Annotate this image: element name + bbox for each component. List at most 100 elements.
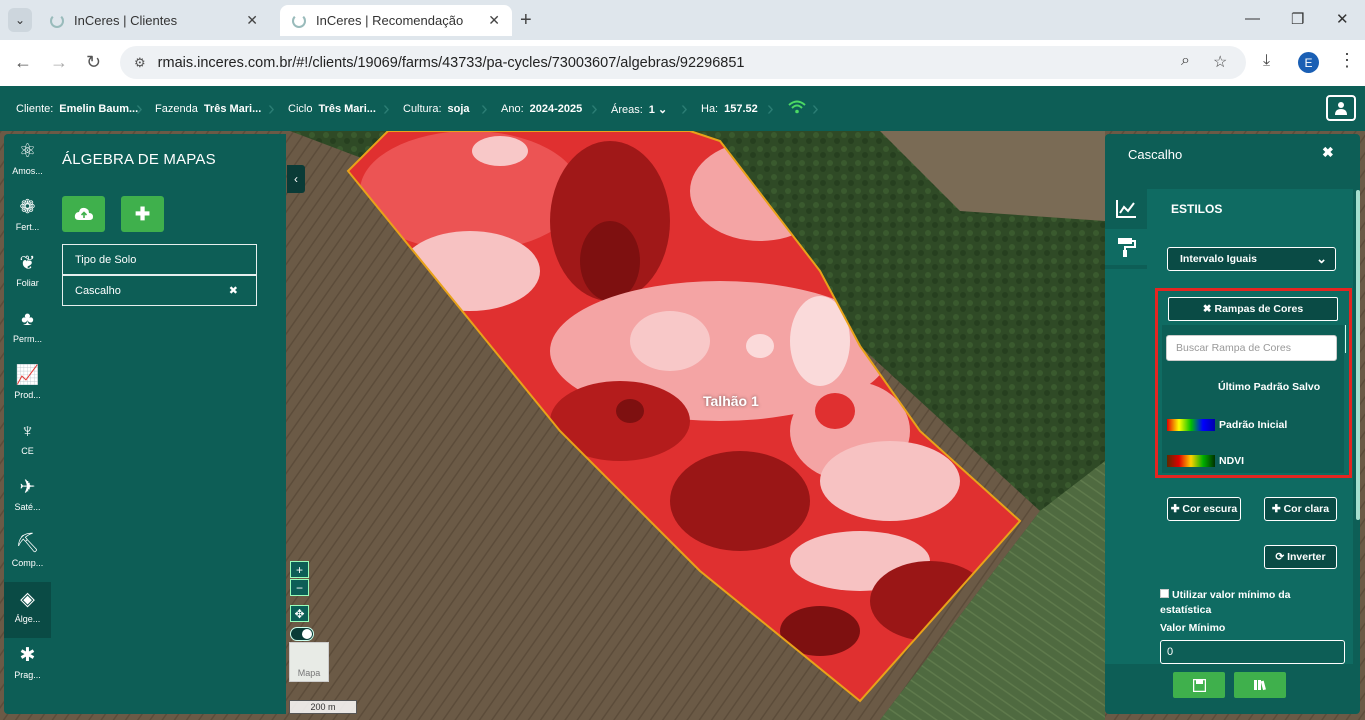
sidebar-item-permanente[interactable]: ♣ Perm... (4, 302, 51, 358)
sidebar-item-label: Amos... (12, 166, 43, 176)
close-window-icon[interactable]: ✕ (1336, 10, 1349, 28)
sidebar-item-produtividade[interactable]: 📈 Prod... (4, 358, 51, 414)
pan-icon[interactable]: ✥ (290, 605, 309, 622)
minimize-icon[interactable]: — (1245, 10, 1260, 27)
style-panel: Cascalho ✖ ESTILOS Intervalo Iguais ⌄ ✖ … (1105, 134, 1360, 714)
breadcrumb-fazenda[interactable]: Fazenda Três Mari... (155, 103, 261, 115)
crumb-label: Ciclo (288, 103, 313, 115)
sidebar-item-label: CE (21, 446, 34, 456)
basemap-label: Mapa (297, 668, 321, 678)
breadcrumb-ciclo[interactable]: Ciclo Três Mari... (288, 103, 376, 115)
close-icon[interactable]: ✕ (246, 12, 258, 29)
ramp-option-ndvi[interactable]: NDVI (1167, 455, 1245, 468)
color-ramp-dropdown: ✖ Rampas de Cores Buscar Rampa de Cores … (1162, 295, 1346, 473)
ramp-list-scrollbar[interactable] (1345, 325, 1346, 353)
style-panel-tabs (1105, 189, 1147, 269)
sidebar-item-pragas[interactable]: ✱ Prag... (4, 638, 51, 694)
library-button[interactable] (1234, 672, 1286, 698)
tab-title: InCeres | Recomendação (316, 13, 464, 28)
back-icon[interactable]: ← (14, 52, 32, 73)
tab-search-button[interactable]: ⌄ (8, 8, 32, 32)
user-account-button[interactable] (1326, 95, 1356, 121)
permanent-crop-icon: ♣ (21, 309, 34, 330)
tab-statistics[interactable] (1109, 191, 1143, 227)
color-ramp-list: Buscar Rampa de Cores Último Padrão Salv… (1162, 325, 1344, 473)
url-field[interactable]: ⚙ rmais.inceres.com.br/#!/clients/19069/… (120, 46, 1246, 79)
compaction-icon: ⛏ (15, 533, 40, 554)
invert-button[interactable]: ⟳ Inverter (1264, 545, 1337, 569)
classification-select[interactable]: Intervalo Iguais ⌄ (1167, 247, 1336, 271)
collapse-panel-button[interactable]: ‹ (287, 165, 305, 193)
color-ramp-toggle-button[interactable]: ✖ Rampas de Cores (1168, 297, 1338, 321)
browser-menu-icon[interactable]: ⋮ (1338, 50, 1356, 71)
breadcrumb-areas[interactable]: Áreas: 1 ⌄ (611, 103, 667, 116)
crumb-value: 1 (648, 104, 655, 116)
classification-value: Intervalo Iguais (1180, 253, 1258, 265)
min-stat-checkbox[interactable]: Utilizar valor mínimo da estatística (1160, 588, 1330, 618)
close-icon[interactable]: ✖ (1322, 144, 1334, 161)
sample-icon: ⚛ (18, 141, 37, 162)
style-panel-scrollbar[interactable] (1356, 190, 1360, 520)
min-value-input[interactable]: 0 (1160, 640, 1345, 664)
tab-styles[interactable] (1105, 229, 1147, 265)
forward-icon[interactable]: → (50, 52, 68, 73)
profile-avatar[interactable]: E (1298, 52, 1319, 73)
tab-clientes[interactable]: InCeres | Clientes ✕ (38, 5, 270, 36)
breadcrumb-cliente[interactable]: Cliente: Emelin Baum... (16, 103, 138, 115)
checkbox-box[interactable] (1160, 589, 1169, 598)
ramp-swatch (1167, 419, 1215, 432)
crumb-label: Cliente: (16, 103, 54, 115)
chevron-left-icon: ‹ (294, 172, 298, 186)
zoom-in-button[interactable]: + (290, 561, 309, 578)
layers-icon: ◈ (20, 589, 35, 610)
light-color-button[interactable]: ✚ Cor clara (1264, 497, 1337, 521)
remove-layer-icon[interactable]: ✖ (229, 284, 238, 297)
ramp-option-label: NDVI (1219, 455, 1245, 467)
sidebar-item-ce[interactable]: ♆ CE (4, 414, 51, 470)
ramp-option-padrao-inicial[interactable]: Padrão Inicial (1167, 419, 1287, 432)
breadcrumb-ano[interactable]: Ano: 2024-2025 (501, 103, 582, 115)
crumb-label: Ha: (701, 103, 719, 115)
breadcrumb-cultura[interactable]: Cultura: soja (403, 103, 470, 115)
download-icon[interactable]: ⤓ (1263, 52, 1270, 70)
crumb-value: soja (447, 103, 470, 115)
cloud-upload-icon (74, 207, 93, 220)
crumb-label: Cultura: (403, 103, 442, 115)
tab-recomendacao[interactable]: InCeres | Recomendação ✕ (280, 5, 512, 36)
sidebar-item-foliar[interactable]: ❦ Foliar (4, 246, 51, 302)
sidebar-item-algebra[interactable]: ◈ Álge... (4, 582, 51, 638)
new-tab-button[interactable]: + (520, 9, 532, 32)
save-icon (1192, 678, 1206, 692)
save-button[interactable] (1173, 672, 1225, 698)
dark-color-button[interactable]: ✚ Cor escura (1167, 497, 1241, 521)
books-icon (1254, 680, 1266, 691)
layer-name: Tipo de Solo (75, 254, 137, 266)
add-layer-button[interactable]: ✚ (121, 196, 164, 232)
ramp-option-ultimo[interactable]: Último Padrão Salvo (1218, 381, 1320, 393)
sprout-icon: ♆ (20, 421, 35, 442)
reload-icon[interactable]: ↻ (86, 52, 101, 73)
site-info-icon[interactable]: ⚙ (134, 55, 146, 71)
upload-button[interactable] (62, 196, 105, 232)
bookmark-star-icon[interactable]: ☆ (1213, 52, 1227, 72)
restore-icon[interactable]: ❐ (1291, 10, 1304, 28)
layer-item[interactable]: Cascalho ✖ (62, 275, 257, 306)
layer-name: Cascalho (75, 285, 121, 297)
zoom-icon[interactable]: ⌕ (1181, 52, 1190, 70)
layer-visibility-toggle[interactable] (290, 627, 314, 641)
basemap-switcher[interactable]: Mapa (289, 642, 329, 682)
layer-item[interactable]: Tipo de Solo (62, 244, 257, 275)
plus-icon: ✚ (134, 203, 151, 224)
bug-icon: ✱ (19, 645, 36, 666)
sidebar-item-fertilidade[interactable]: ❁ Fert... (4, 190, 51, 246)
chevron-right-icon: › (268, 98, 275, 120)
min-value-label: Valor Mínimo (1160, 622, 1226, 634)
satellite-icon: ✈ (19, 477, 36, 498)
chevron-right-icon: › (681, 98, 688, 120)
sidebar-item-compactacao[interactable]: ⛏ Comp... (4, 526, 51, 582)
ramp-search-input[interactable]: Buscar Rampa de Cores (1166, 335, 1337, 361)
close-icon[interactable]: ✕ (488, 12, 500, 29)
zoom-out-button[interactable]: − (290, 579, 309, 596)
sidebar-item-amostragem[interactable]: ⚛ Amos... (4, 134, 51, 190)
sidebar-item-satelite[interactable]: ✈ Saté... (4, 470, 51, 526)
